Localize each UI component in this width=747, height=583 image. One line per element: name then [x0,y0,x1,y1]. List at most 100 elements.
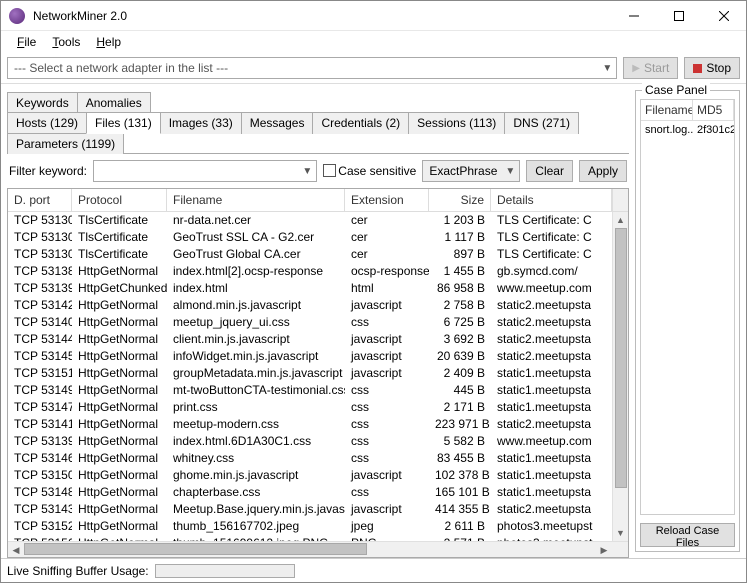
horizontal-scrollbar[interactable]: ◀ ▶ [8,541,628,557]
filter-input[interactable]: ▼ [93,160,317,182]
table-row[interactable]: TCP 53148HttpGetNormalchapterbase.csscss… [8,484,612,501]
table-row[interactable]: TCP 53156HttpGetNormalthumb_151699612.jp… [8,535,612,541]
cell-extension: javascript [345,501,429,518]
scroll-thumb[interactable] [24,543,367,555]
table-row[interactable]: TCP 53145HttpGetNormalinfoWidget.min.js.… [8,348,612,365]
cell-size: 83 455 B [429,450,491,467]
menu-help[interactable]: Help [90,33,127,51]
cell-details: photos3.meetupst [491,518,612,535]
table-row[interactable]: TCP 53146HttpGetNormalwhitney.csscss83 4… [8,450,612,467]
scroll-left-icon[interactable]: ◀ [8,542,24,557]
cell-extension: cer [345,229,429,246]
cell-details: photos3.meetupst [491,535,612,541]
cell-port: TCP 53151 [8,365,72,382]
cell-filename: index.html[2].ocsp-response [167,263,345,280]
table-row[interactable]: TCP 53138HttpGetNormalindex.html[2].ocsp… [8,263,612,280]
clear-button[interactable]: Clear [526,160,573,182]
start-button[interactable]: ▶ Start [623,57,678,79]
tab-hosts[interactable]: Hosts (129) [7,112,87,134]
table-row[interactable]: TCP 53143HttpGetNormalMeetup.Base.jquery… [8,501,612,518]
tab-keywords[interactable]: Keywords [7,92,78,113]
cell-port: TCP 53142 [8,297,72,314]
cell-extension: PNG [345,535,429,541]
tab-messages[interactable]: Messages [241,112,314,134]
case-sensitive-checkbox[interactable]: Case sensitive [323,164,416,178]
col-extension[interactable]: Extension [345,189,429,211]
cell-filename: print.css [167,399,345,416]
scroll-up-icon[interactable]: ▲ [613,212,628,228]
cell-protocol: HttpGetNormal [72,416,167,433]
table-row[interactable]: TCP 53139HttpGetChunkedindex.htmlhtml86 … [8,280,612,297]
table-row[interactable]: TCP 53144HttpGetNormalclient.min.js.java… [8,331,612,348]
close-button[interactable] [701,1,746,31]
cell-filename: infoWidget.min.js.javascript [167,348,345,365]
stop-icon [693,64,702,73]
apply-button[interactable]: Apply [579,160,627,182]
cell-details: static2.meetupsta [491,331,612,348]
col-size[interactable]: Size [429,189,491,211]
col-port[interactable]: D. port [8,189,72,211]
cell-extension: jpeg [345,518,429,535]
cell-filename: client.min.js.javascript [167,331,345,348]
vertical-scrollbar[interactable]: ▲ ▼ [612,212,628,541]
table-row[interactable]: TCP 53139HttpGetNormalindex.html.6D1A30C… [8,433,612,450]
cell-protocol: TlsCertificate [72,212,167,229]
cell-details: static1.meetupsta [491,399,612,416]
cell-filename: mt-twoButtonCTA-testimonial.css [167,382,345,399]
table-row[interactable]: TCP 53152HttpGetNormalthumb_156167702.jp… [8,518,612,535]
menu-file[interactable]: File [11,33,42,51]
cell-size: 1 455 B [429,263,491,280]
cell-size: 20 639 B [429,348,491,365]
maximize-button[interactable] [656,1,701,31]
scroll-down-icon[interactable]: ▼ [613,525,628,541]
col-filename[interactable]: Filename [167,189,345,211]
match-mode-select[interactable]: ExactPhrase ▼ [422,160,520,182]
chevron-down-icon: ▼ [505,166,515,177]
adapter-row: --- Select a network adapter in the list… [1,53,746,84]
table-row[interactable]: TCP 53150HttpGetNormalghome.min.js.javas… [8,467,612,484]
table-row[interactable]: TCP 53151HttpGetNormalgroupMetadata.min.… [8,365,612,382]
table-row[interactable]: TCP 53130TlsCertificateGeoTrust Global C… [8,246,612,263]
col-protocol[interactable]: Protocol [72,189,167,211]
tab-images[interactable]: Images (33) [160,112,242,134]
adapter-select[interactable]: --- Select a network adapter in the list… [7,57,617,79]
cell-size: 445 B [429,382,491,399]
table-row[interactable]: TCP 53142HttpGetNormalalmond.min.js.java… [8,297,612,314]
chevron-down-icon: ▼ [302,166,312,177]
table-row[interactable]: TCP 53149HttpGetNormalmt-twoButtonCTA-te… [8,382,612,399]
cell-extension: html [345,280,429,297]
cell-protocol: HttpGetNormal [72,331,167,348]
table-row[interactable]: TCP 53140HttpGetNormalmeetup_jquery_ui.c… [8,314,612,331]
table-row[interactable]: TCP 53130TlsCertificatenr-data.net.cerce… [8,212,612,229]
cell-port: TCP 53130 [8,229,72,246]
cell-filename: almond.min.js.javascript [167,297,345,314]
table-row[interactable]: TCP 53147HttpGetNormalprint.csscss2 171 … [8,399,612,416]
tab-dns[interactable]: DNS (271) [504,112,579,134]
cell-details: www.meetup.com [491,280,612,297]
cell-size: 6 725 B [429,314,491,331]
case-col-filename[interactable]: Filename [641,100,693,120]
tab-parameters[interactable]: Parameters (1199) [7,133,124,154]
filter-label: Filter keyword: [9,164,87,178]
tab-anomalies[interactable]: Anomalies [77,92,151,113]
table-row[interactable]: TCP 53130TlsCertificateGeoTrust SSL CA -… [8,229,612,246]
cell-protocol: HttpGetNormal [72,467,167,484]
tab-files[interactable]: Files (131) [86,112,161,134]
cell-protocol: HttpGetNormal [72,365,167,382]
tab-sessions[interactable]: Sessions (113) [408,112,505,134]
case-col-md5[interactable]: MD5 [693,100,734,120]
minimize-button[interactable] [611,1,656,31]
scroll-thumb[interactable] [615,228,627,488]
cell-details: static2.meetupsta [491,501,612,518]
menu-tools[interactable]: Tools [46,33,86,51]
scroll-right-icon[interactable]: ▶ [596,542,612,557]
cell-protocol: HttpGetNormal [72,382,167,399]
reload-case-files-button[interactable]: Reload Case Files [640,523,735,547]
table-body[interactable]: TCP 53130TlsCertificatenr-data.net.cerce… [8,212,612,541]
case-row[interactable]: snort.log.... 2f301c2... [641,121,734,139]
tab-credentials[interactable]: Credentials (2) [312,112,409,134]
col-details[interactable]: Details [491,189,612,211]
stop-button[interactable]: Stop [684,57,740,79]
table-row[interactable]: TCP 53141HttpGetNormalmeetup-modern.cssc… [8,416,612,433]
cell-protocol: HttpGetNormal [72,501,167,518]
